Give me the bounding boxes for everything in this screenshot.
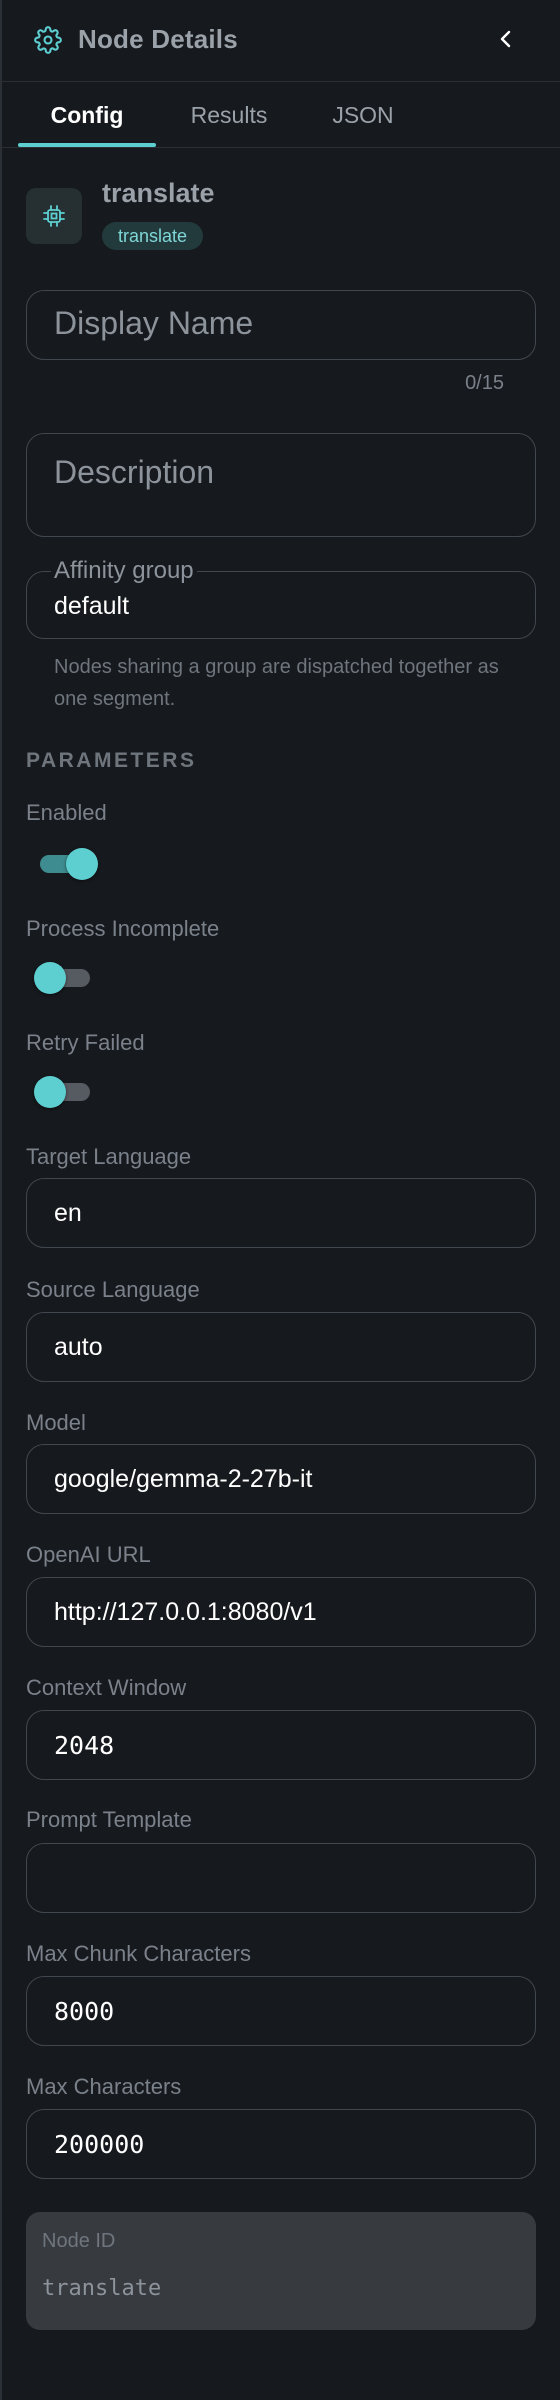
gear-icon xyxy=(34,26,62,54)
source-language-value: auto xyxy=(54,1333,103,1361)
max-chunk-characters-label: Max Chunk Characters xyxy=(26,1941,251,1966)
display-name-placeholder: Display Name xyxy=(54,305,254,341)
retry-failed-toggle[interactable] xyxy=(34,1072,94,1112)
toggle-thumb xyxy=(66,848,98,880)
affinity-group-helper: Nodes sharing a group are dispatched tog… xyxy=(54,656,499,710)
node-id-box: Node ID translate xyxy=(26,2212,536,2330)
max-chunk-characters-value: 8000 xyxy=(54,1997,115,2026)
process-incomplete-label: Process Incomplete xyxy=(26,916,220,941)
model-label: Model xyxy=(26,1410,86,1435)
chevron-left-icon[interactable] xyxy=(494,27,518,51)
panel-title: Node Details xyxy=(78,24,238,54)
node-id-value: translate xyxy=(42,2276,162,2301)
tab-config[interactable]: Config xyxy=(18,82,156,148)
node-type-badge: translate xyxy=(102,222,204,250)
model-value: google/gemma-2-27b-it xyxy=(54,1465,313,1493)
retry-failed-label: Retry Failed xyxy=(26,1030,145,1055)
target-language-input[interactable]: en xyxy=(26,1178,536,1248)
chip-icon xyxy=(26,188,82,244)
process-incomplete-toggle[interactable] xyxy=(34,958,94,998)
active-tab-indicator xyxy=(18,143,156,147)
affinity-group-label: Affinity group xyxy=(51,557,197,585)
toggle-thumb xyxy=(34,1076,66,1108)
max-characters-input[interactable]: 200000 xyxy=(26,2109,536,2179)
enabled-toggle[interactable] xyxy=(36,844,98,884)
node-name: translate xyxy=(102,178,215,208)
display-name-field[interactable]: Display Name xyxy=(26,290,536,360)
model-input[interactable]: google/gemma-2-27b-it xyxy=(26,1444,536,1514)
target-language-value: en xyxy=(54,1199,82,1227)
max-chunk-characters-input[interactable]: 8000 xyxy=(26,1976,536,2046)
affinity-group-value: default xyxy=(54,592,130,620)
display-name-counter: 0/15 xyxy=(465,372,504,394)
description-field[interactable]: Description xyxy=(26,433,536,537)
max-characters-label: Max Characters xyxy=(26,2074,182,2099)
tab-results[interactable]: Results xyxy=(170,82,288,148)
context-window-label: Context Window xyxy=(26,1675,187,1700)
panel-edge xyxy=(0,0,2,2400)
max-characters-value: 200000 xyxy=(54,2130,145,2159)
tab-json[interactable]: JSON xyxy=(306,82,420,148)
tab-bar: Config Results JSON xyxy=(0,82,560,148)
node-summary: translate translate xyxy=(26,178,536,258)
source-language-input[interactable]: auto xyxy=(26,1312,536,1382)
target-language-label: Target Language xyxy=(26,1144,192,1169)
toggle-thumb xyxy=(34,962,66,994)
enabled-label: Enabled xyxy=(26,800,107,825)
affinity-group-field[interactable]: Affinity group default xyxy=(26,557,536,639)
openai-url-value: http://127.0.0.1:8080/v1 xyxy=(54,1598,317,1626)
source-language-label: Source Language xyxy=(26,1277,200,1302)
openai-url-input[interactable]: http://127.0.0.1:8080/v1 xyxy=(26,1577,536,1647)
panel-header: Node Details xyxy=(0,0,560,82)
prompt-template-label: Prompt Template xyxy=(26,1807,192,1832)
context-window-input[interactable]: 2048 xyxy=(26,1710,536,1780)
openai-url-label: OpenAI URL xyxy=(26,1542,151,1567)
node-id-label: Node ID xyxy=(42,2230,116,2252)
description-placeholder: Description xyxy=(54,454,215,490)
parameters-heading: PARAMETERS xyxy=(26,749,197,772)
prompt-template-input[interactable] xyxy=(26,1843,536,1913)
context-window-value: 2048 xyxy=(54,1731,115,1760)
